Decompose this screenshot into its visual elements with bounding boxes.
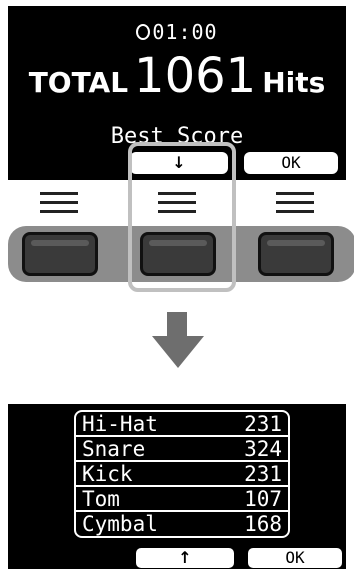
timer-value: 01:00 [152,20,218,44]
softkey-ok-bottom[interactable]: OK [248,548,342,568]
softkey-up[interactable]: ↑ [136,548,234,568]
table-row: Snare 324 [76,437,288,462]
softkey-ok[interactable]: OK [244,152,338,174]
function-button-1[interactable] [22,232,98,276]
clock-icon [136,23,151,40]
row-value: 231 [244,412,282,436]
bottom-lcd-screen: Hi-Hat 231 Snare 324 Kick 231 Tom 107 Cy… [8,404,346,569]
menu-icon [40,192,78,213]
total-hits-row: TOTAL 1061 Hits [8,48,346,104]
arrow-down-icon [167,312,187,338]
hits-table: Hi-Hat 231 Snare 324 Kick 231 Tom 107 Cy… [74,410,290,538]
total-unit: Hits [262,66,326,99]
row-name: Kick [82,462,133,486]
function-button-3[interactable] [258,232,334,276]
table-row: Cymbal 168 [76,512,288,537]
table-row: Hi-Hat 231 [76,412,288,437]
row-name: Hi-Hat [82,412,158,436]
row-value: 107 [244,487,282,511]
row-value: 231 [244,462,282,486]
arrow-up-icon: ↑ [178,548,192,567]
timer: 01:00 [8,20,346,44]
row-name: Cymbal [82,512,158,536]
arrow-down-icon-head [152,336,204,368]
total-value: 1061 [134,48,257,104]
row-value: 168 [244,512,282,536]
menu-icon [276,192,314,213]
row-value: 324 [244,437,282,461]
row-name: Snare [82,437,146,461]
highlight-frame [128,142,236,292]
total-label: TOTAL [28,66,129,99]
row-name: Tom [82,487,120,511]
table-row: Tom 107 [76,487,288,512]
table-row: Kick 231 [76,462,288,487]
